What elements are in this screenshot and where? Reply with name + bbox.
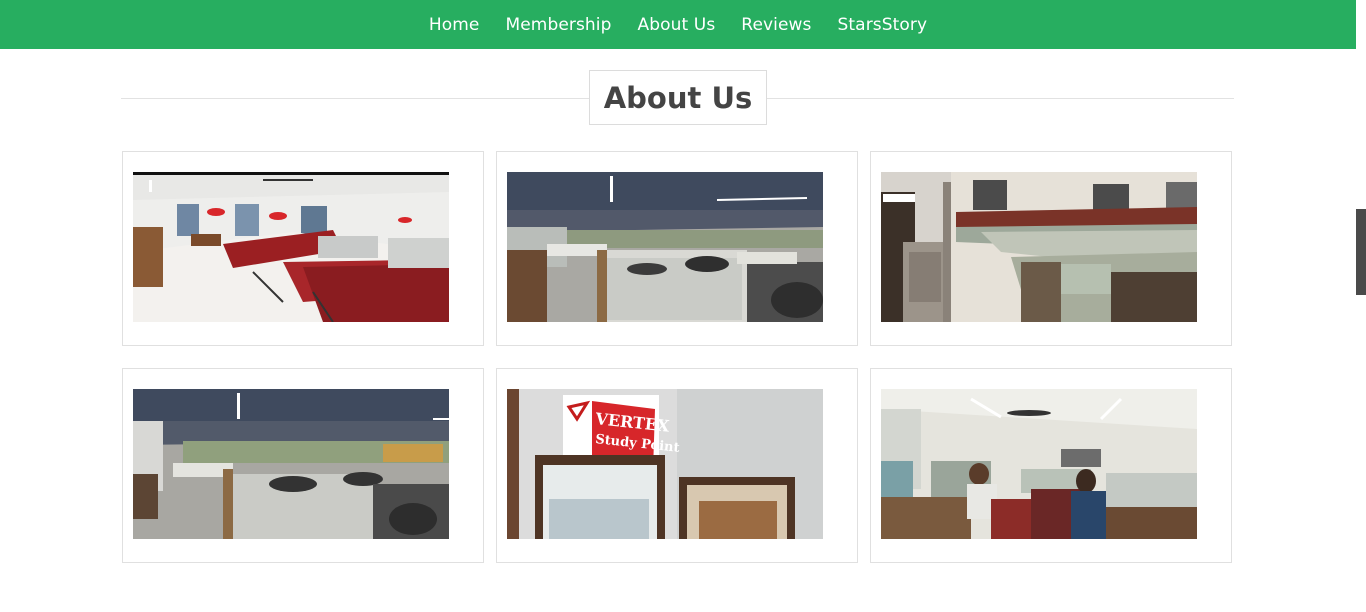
section-title-box: About Us (589, 70, 767, 125)
gallery-card (122, 368, 484, 563)
title-divider-right (767, 98, 1234, 99)
gallery-card (496, 151, 858, 346)
study-hall-office-room-photo[interactable] (881, 172, 1197, 322)
gallery-card (870, 151, 1232, 346)
nav-starsstory-link[interactable]: StarsStory (838, 15, 928, 35)
nav-home-link[interactable]: Home (429, 15, 480, 35)
nav-reviews-link[interactable]: Reviews (741, 15, 811, 35)
study-hall-students-reading-photo[interactable] (881, 389, 1197, 539)
nav-about-us-link[interactable]: About Us (638, 15, 716, 35)
gallery-card (122, 151, 484, 346)
vertex-study-point-sign-photo[interactable]: VERTEX Study Point (507, 389, 823, 539)
section-title: About Us (603, 80, 753, 115)
study-hall-red-chairs-photo[interactable] (133, 172, 449, 322)
top-navigation: Home Membership About Us Reviews StarsSt… (0, 0, 1356, 49)
gallery-card (870, 368, 1232, 563)
study-hall-cubicles-dark-ceiling-photo[interactable] (507, 172, 823, 322)
page-scrollbar-thumb[interactable] (1356, 209, 1366, 295)
title-divider-left (121, 98, 589, 99)
study-hall-cubicles-students-photo[interactable] (133, 389, 449, 539)
nav-membership-link[interactable]: Membership (505, 15, 611, 35)
gallery-card: VERTEX Study Point (496, 368, 858, 563)
